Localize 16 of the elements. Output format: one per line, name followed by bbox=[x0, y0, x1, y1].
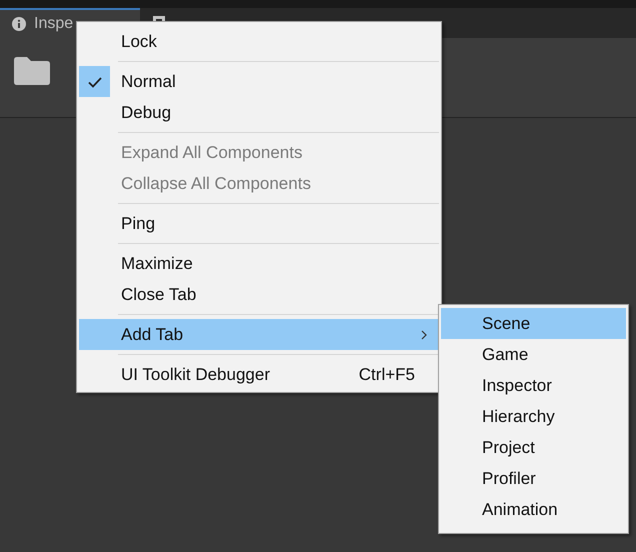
menu-item[interactable]: Animation bbox=[441, 494, 626, 525]
folder-icon bbox=[14, 57, 50, 85]
menu-item[interactable]: Hierarchy bbox=[441, 401, 626, 432]
menu-item[interactable]: Game bbox=[441, 339, 626, 370]
menu-item[interactable]: Maximize bbox=[79, 248, 439, 279]
menu-item[interactable]: Add Tab bbox=[79, 319, 439, 350]
menu-item[interactable]: Project bbox=[441, 432, 626, 463]
menu-item[interactable]: Ping bbox=[79, 208, 439, 239]
chevron-right-icon bbox=[421, 330, 427, 340]
menu-item[interactable]: Profiler bbox=[441, 463, 626, 494]
menu-item[interactable]: UI Toolkit Debugger Ctrl+F5 bbox=[79, 359, 439, 390]
menu-item[interactable]: Close Tab bbox=[79, 279, 439, 310]
menu-item[interactable]: Debug bbox=[79, 97, 439, 128]
menu-item[interactable]: Scene bbox=[441, 308, 626, 339]
info-icon bbox=[12, 17, 26, 31]
menu-item[interactable]: Inspector bbox=[441, 370, 626, 401]
